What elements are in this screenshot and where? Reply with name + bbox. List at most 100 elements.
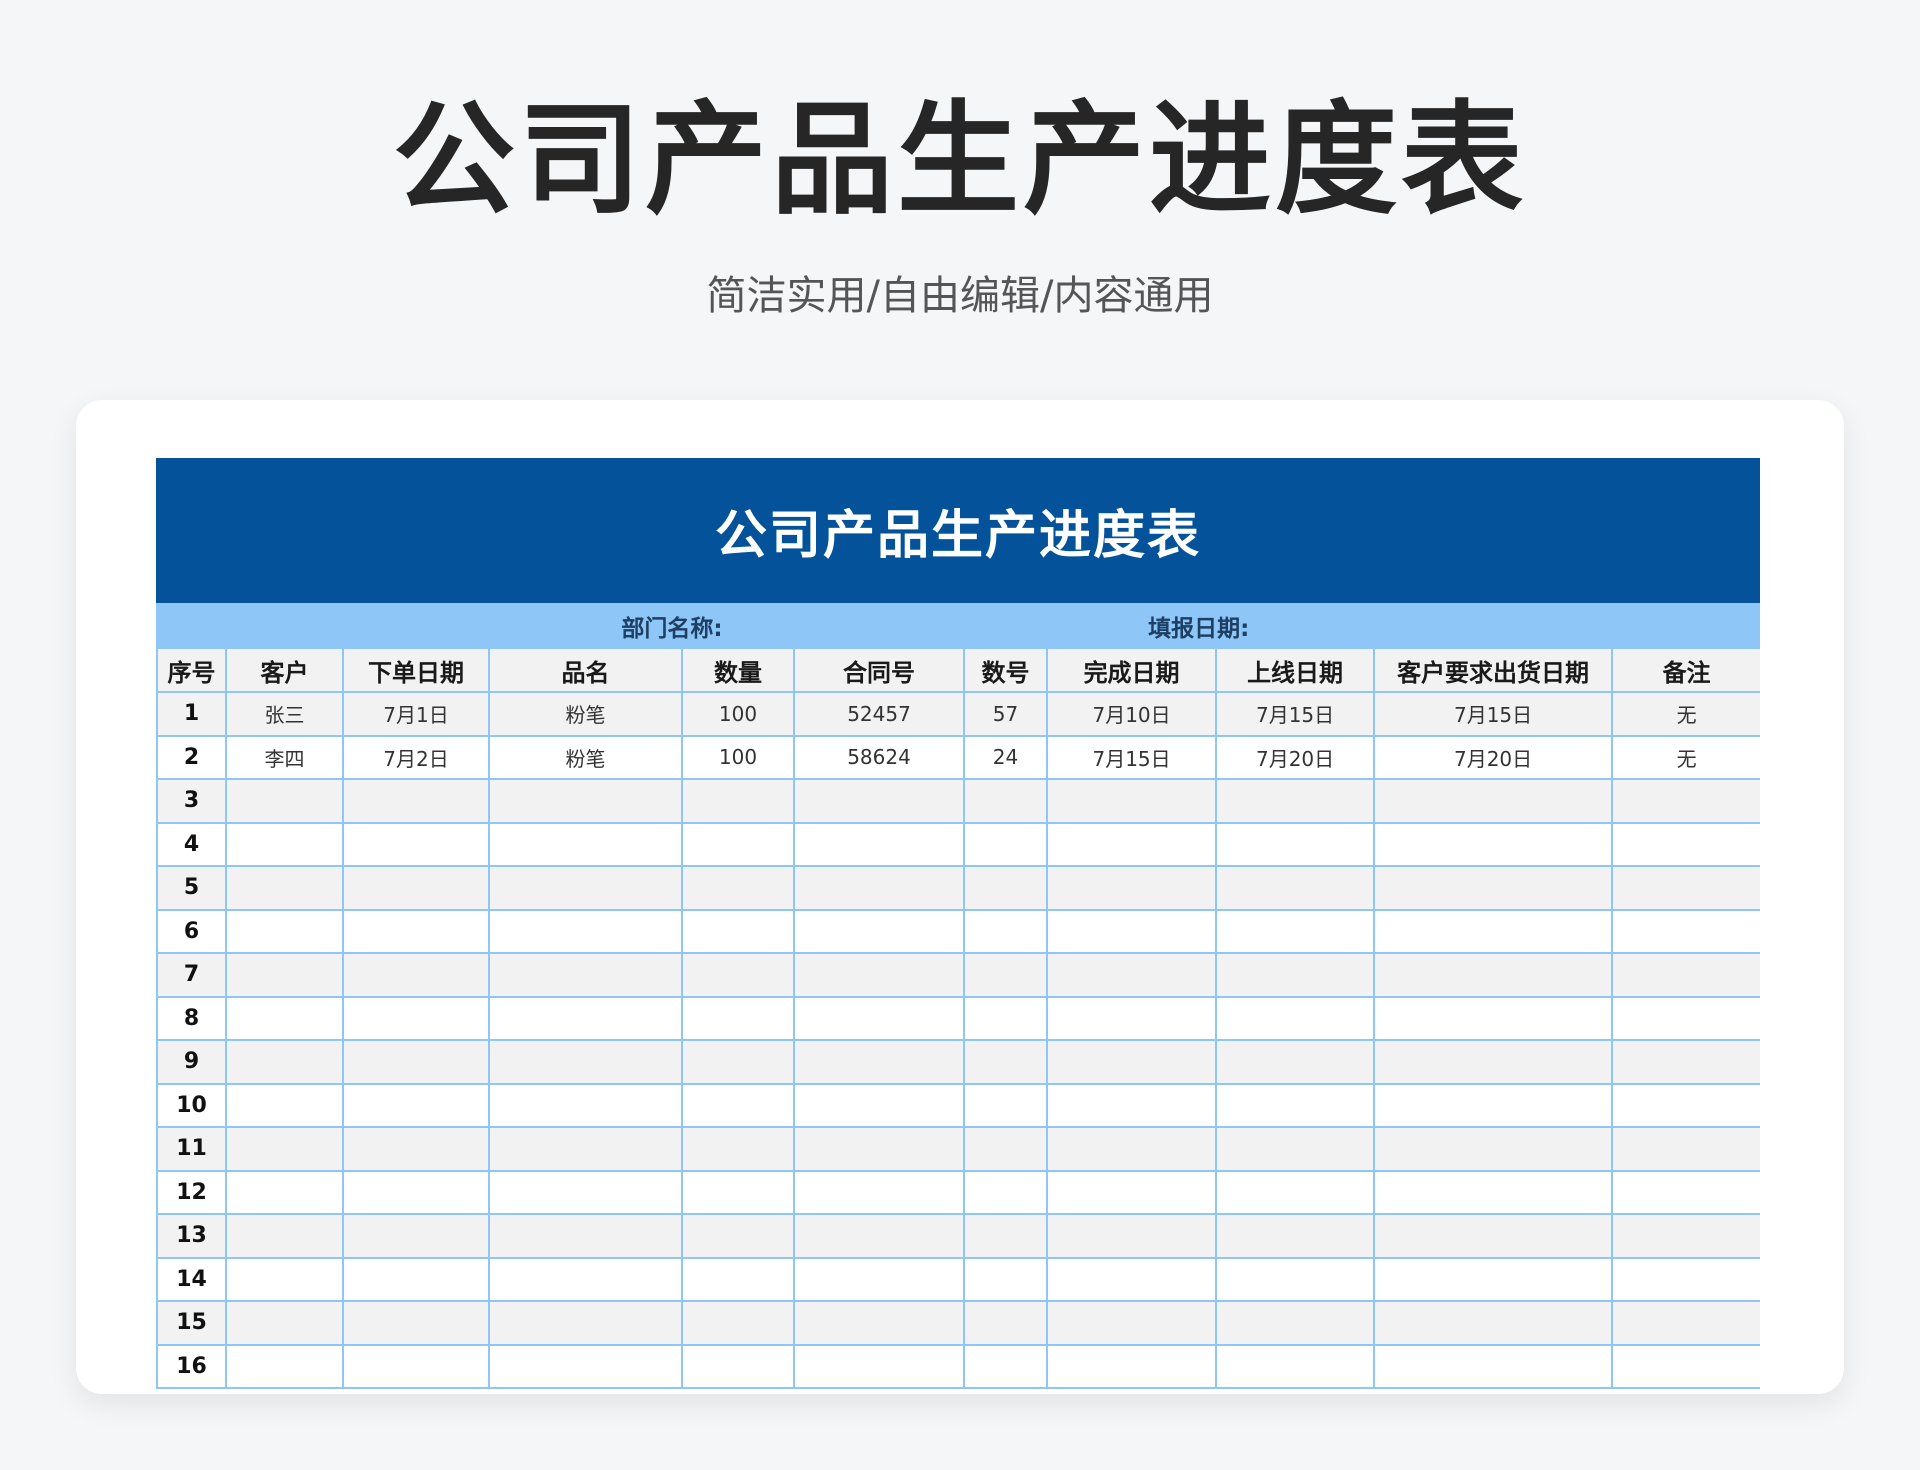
- cell-ship-date[interactable]: [1373, 952, 1614, 998]
- cell-customer[interactable]: [225, 1300, 344, 1346]
- cell-quantity[interactable]: 100: [681, 734, 795, 780]
- cell-finish-date[interactable]: [1046, 1082, 1218, 1128]
- cell-remark[interactable]: [1611, 952, 1760, 998]
- cell-remark[interactable]: 无: [1611, 691, 1760, 737]
- cell-customer[interactable]: [225, 1126, 344, 1172]
- cell-remark[interactable]: [1611, 908, 1760, 954]
- cell-online-date[interactable]: [1215, 995, 1376, 1041]
- cell-customer[interactable]: [225, 1256, 344, 1302]
- cell-ship-date[interactable]: [1373, 865, 1614, 911]
- cell-contract-no[interactable]: [793, 1039, 965, 1085]
- cell-contract-no[interactable]: 58624: [793, 734, 965, 780]
- cell-finish-date[interactable]: [1046, 1169, 1218, 1215]
- cell-remark[interactable]: [1611, 1126, 1760, 1172]
- cell-finish-date[interactable]: 7月15日: [1046, 734, 1218, 780]
- cell-online-date[interactable]: 7月15日: [1215, 691, 1376, 737]
- cell-finish-date[interactable]: [1046, 1256, 1218, 1302]
- cell-ship-date[interactable]: [1373, 1213, 1614, 1259]
- cell-ship-date[interactable]: [1373, 821, 1614, 867]
- cell-customer[interactable]: [225, 1082, 344, 1128]
- cell-product-name[interactable]: [488, 1039, 683, 1085]
- cell-product-name[interactable]: [488, 1300, 683, 1346]
- cell-ship-date[interactable]: [1373, 1039, 1614, 1085]
- cell-order-date[interactable]: [342, 1213, 490, 1259]
- cell-product-name[interactable]: [488, 908, 683, 954]
- cell-contract-no[interactable]: [793, 865, 965, 911]
- cell-lot-no[interactable]: [962, 995, 1049, 1041]
- cell-product-name[interactable]: [488, 1213, 683, 1259]
- cell-lot-no[interactable]: [962, 1082, 1049, 1128]
- cell-ship-date[interactable]: [1373, 1169, 1614, 1215]
- cell-contract-no[interactable]: [793, 1169, 965, 1215]
- cell-remark[interactable]: [1611, 1169, 1760, 1215]
- cell-lot-no[interactable]: [962, 1256, 1049, 1302]
- cell-remark[interactable]: [1611, 1082, 1760, 1128]
- department-label[interactable]: 部门名称:: [156, 603, 1049, 649]
- cell-finish-date[interactable]: [1046, 821, 1218, 867]
- cell-lot-no[interactable]: [962, 778, 1049, 824]
- cell-contract-no[interactable]: [793, 821, 965, 867]
- cell-order-date[interactable]: [342, 778, 490, 824]
- cell-product-name[interactable]: [488, 1082, 683, 1128]
- cell-remark[interactable]: [1611, 821, 1760, 867]
- cell-online-date[interactable]: [1215, 1169, 1376, 1215]
- cell-product-name[interactable]: [488, 865, 683, 911]
- cell-contract-no[interactable]: [793, 1256, 965, 1302]
- cell-quantity[interactable]: [681, 778, 795, 824]
- cell-order-date[interactable]: 7月2日: [342, 734, 490, 780]
- cell-contract-no[interactable]: [793, 995, 965, 1041]
- cell-finish-date[interactable]: [1046, 995, 1218, 1041]
- cell-finish-date[interactable]: [1046, 778, 1218, 824]
- cell-lot-no[interactable]: 24: [962, 734, 1049, 780]
- cell-order-date[interactable]: [342, 995, 490, 1041]
- cell-finish-date[interactable]: [1046, 1343, 1218, 1389]
- cell-quantity[interactable]: [681, 1256, 795, 1302]
- cell-ship-date[interactable]: 7月15日: [1373, 691, 1614, 737]
- cell-ship-date[interactable]: 7月20日: [1373, 734, 1614, 780]
- cell-ship-date[interactable]: [1373, 1343, 1614, 1389]
- cell-online-date[interactable]: 7月20日: [1215, 734, 1376, 780]
- cell-remark[interactable]: 无: [1611, 734, 1760, 780]
- cell-quantity[interactable]: [681, 995, 795, 1041]
- cell-ship-date[interactable]: [1373, 995, 1614, 1041]
- cell-order-date[interactable]: [342, 821, 490, 867]
- cell-order-date[interactable]: [342, 1039, 490, 1085]
- cell-contract-no[interactable]: 52457: [793, 691, 965, 737]
- cell-customer[interactable]: [225, 1169, 344, 1215]
- cell-online-date[interactable]: [1215, 778, 1376, 824]
- cell-customer[interactable]: [225, 1213, 344, 1259]
- cell-order-date[interactable]: [342, 1126, 490, 1172]
- cell-customer[interactable]: [225, 1343, 344, 1389]
- cell-customer[interactable]: [225, 1039, 344, 1085]
- cell-customer[interactable]: [225, 865, 344, 911]
- cell-quantity[interactable]: [681, 865, 795, 911]
- cell-finish-date[interactable]: [1046, 1213, 1218, 1259]
- cell-product-name[interactable]: [488, 1256, 683, 1302]
- cell-contract-no[interactable]: [793, 1082, 965, 1128]
- cell-order-date[interactable]: [342, 1300, 490, 1346]
- cell-contract-no[interactable]: [793, 1213, 965, 1259]
- cell-quantity[interactable]: 100: [681, 691, 795, 737]
- report-date-label[interactable]: 填报日期:: [1046, 603, 1760, 649]
- cell-quantity[interactable]: [681, 1343, 795, 1389]
- cell-quantity[interactable]: [681, 1169, 795, 1215]
- cell-product-name[interactable]: [488, 821, 683, 867]
- cell-order-date[interactable]: [342, 908, 490, 954]
- cell-customer[interactable]: 张三: [225, 691, 344, 737]
- cell-quantity[interactable]: [681, 1082, 795, 1128]
- cell-online-date[interactable]: [1215, 1126, 1376, 1172]
- cell-online-date[interactable]: [1215, 1082, 1376, 1128]
- cell-remark[interactable]: [1611, 1300, 1760, 1346]
- cell-finish-date[interactable]: [1046, 1300, 1218, 1346]
- cell-product-name[interactable]: [488, 1169, 683, 1215]
- cell-remark[interactable]: [1611, 1039, 1760, 1085]
- cell-product-name[interactable]: [488, 1126, 683, 1172]
- cell-quantity[interactable]: [681, 908, 795, 954]
- cell-online-date[interactable]: [1215, 1039, 1376, 1085]
- cell-customer[interactable]: 李四: [225, 734, 344, 780]
- cell-online-date[interactable]: [1215, 821, 1376, 867]
- cell-online-date[interactable]: [1215, 1300, 1376, 1346]
- cell-remark[interactable]: [1611, 995, 1760, 1041]
- cell-ship-date[interactable]: [1373, 908, 1614, 954]
- cell-order-date[interactable]: 7月1日: [342, 691, 490, 737]
